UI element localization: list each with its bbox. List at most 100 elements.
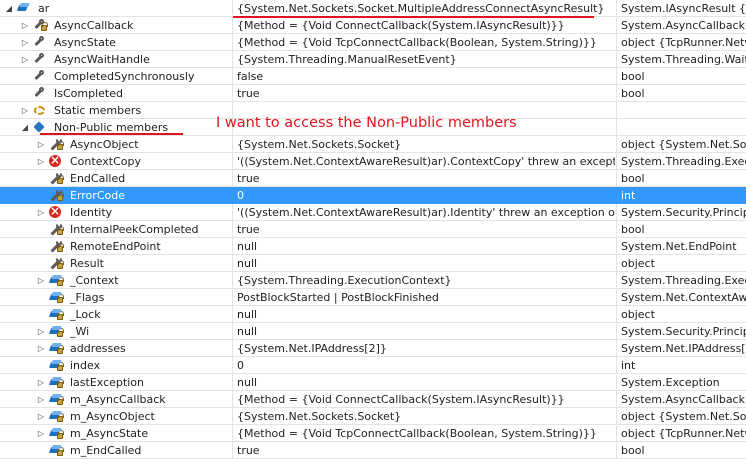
name-cell[interactable]: IsCompleted — [0, 85, 231, 101]
field-icon — [49, 274, 64, 287]
watch-row[interactable]: ▷ m_AsyncState {Method = {Void TcpConnectC… — [0, 425, 746, 442]
value-cell[interactable]: {System.Threading.ExecutionContext} — [232, 272, 615, 288]
value-cell[interactable]: {System.Net.IPAddress[2]} — [232, 340, 615, 356]
expand-arrow-icon[interactable]: ▷ — [35, 425, 47, 441]
watch-row[interactable]: RemoteEndPoint null System.Net.EndPoint — [0, 238, 746, 255]
watch-row[interactable]: CompletedSynchronously false bool — [0, 68, 746, 85]
watch-row[interactable]: index 0 int — [0, 357, 746, 374]
value-cell[interactable]: {Method = {Void TcpConnectCallback(Boole… — [232, 425, 615, 441]
name-cell[interactable]: InternalPeekCompleted — [0, 221, 231, 237]
name-cell[interactable]: _Flags — [0, 289, 231, 305]
watch-row[interactable]: ◢ ar {System.Net.Sockets.Socket.MultipleAd… — [0, 0, 746, 17]
collapse-arrow-icon[interactable]: ◢ — [19, 119, 31, 135]
name-cell[interactable]: ▷ addresses — [0, 340, 231, 356]
value-cell[interactable]: {System.Threading.ManualResetEvent} — [232, 51, 615, 67]
name-cell[interactable]: ▷ AsyncCallback — [0, 17, 231, 33]
value-cell[interactable]: {Method = {Void TcpConnectCallback(Boole… — [232, 34, 615, 50]
value-cell[interactable]: {System.Net.Sockets.Socket} — [232, 136, 615, 152]
value-cell[interactable]: true — [232, 221, 615, 237]
watch-row[interactable]: Result null object — [0, 255, 746, 272]
name-cell[interactable]: EndCalled — [0, 170, 231, 186]
watch-row[interactable]: ▷ m_AsyncObject {System.Net.Sockets.Socket… — [0, 408, 746, 425]
watch-row[interactable]: IsCompleted true bool — [0, 85, 746, 102]
watch-row[interactable]: ▷ m_AsyncCallback {Method = {Void ConnectC… — [0, 391, 746, 408]
value-cell[interactable]: {Method = {Void ConnectCallback(System.I… — [232, 17, 615, 33]
value-cell[interactable]: {System.Net.Sockets.Socket.MultipleAddre… — [232, 0, 615, 16]
watch-row[interactable]: ▷ ContextCopy '((System.Net.ContextAwareRe… — [0, 153, 746, 170]
value-cell[interactable]: null — [232, 374, 615, 390]
value-cell[interactable]: 0 — [232, 357, 615, 373]
value-cell[interactable]: null — [232, 306, 615, 322]
expand-arrow-icon[interactable]: ▷ — [35, 323, 47, 339]
value-cell[interactable]: {Method = {Void ConnectCallback(System.I… — [232, 391, 615, 407]
name-cell[interactable]: ▷ Static members — [0, 102, 231, 118]
value-cell[interactable]: null — [232, 238, 615, 254]
lock-icon — [57, 362, 64, 371]
value-cell[interactable]: '((System.Net.ContextAwareResult)ar).Ide… — [232, 204, 615, 220]
value-cell[interactable]: null — [232, 255, 615, 271]
name-cell[interactable]: _Lock — [0, 306, 231, 322]
name-cell[interactable]: ▷ AsyncWaitHandle — [0, 51, 231, 67]
name-cell[interactable]: ▷ ContextCopy — [0, 153, 231, 169]
name-cell[interactable]: ▷ m_AsyncCallback — [0, 391, 231, 407]
expand-arrow-icon[interactable]: ▷ — [35, 374, 47, 390]
name-cell[interactable]: ▷ AsyncObject — [0, 136, 231, 152]
watch-row[interactable]: ▷ AsyncState {Method = {Void TcpConnectCal… — [0, 34, 746, 51]
value-cell[interactable]: false — [232, 68, 615, 84]
expand-arrow-icon[interactable]: ▷ — [19, 17, 31, 33]
name-cell[interactable]: Result — [0, 255, 231, 271]
watch-row[interactable]: m_EndCalled true bool — [0, 442, 746, 459]
name-cell[interactable]: ◢ ar — [0, 0, 231, 16]
expand-arrow-icon[interactable]: ▷ — [19, 34, 31, 50]
name-cell[interactable]: index — [0, 357, 231, 373]
name-cell[interactable]: RemoteEndPoint — [0, 238, 231, 254]
expand-arrow-icon[interactable]: ▷ — [35, 408, 47, 424]
watch-row[interactable]: ▷ _Context {System.Threading.ExecutionCont… — [0, 272, 746, 289]
name-cell[interactable]: ▷ AsyncState — [0, 34, 231, 50]
value-cell[interactable]: true — [232, 170, 615, 186]
watch-row[interactable]: ▷ _Wi null System.Security.Principa — [0, 323, 746, 340]
value-cell[interactable]: null — [232, 323, 615, 339]
watch-row[interactable]: _Flags PostBlockStarted | PostBlockFinish… — [0, 289, 746, 306]
watch-row[interactable]: ▷ AsyncObject {System.Net.Sockets.Socket} o… — [0, 136, 746, 153]
name-cell[interactable]: ErrorCode — [0, 187, 231, 203]
watch-row[interactable]: ErrorCode 0 int — [0, 187, 746, 204]
name-cell[interactable]: ▷ m_AsyncState — [0, 425, 231, 441]
watch-row[interactable]: EndCalled true bool — [0, 170, 746, 187]
value-cell[interactable]: PostBlockStarted | PostBlockFinished — [232, 289, 615, 305]
watch-row[interactable]: ▷ Identity '((System.Net.ContextAwareResul… — [0, 204, 746, 221]
collapse-arrow-icon[interactable]: ◢ — [3, 0, 15, 16]
expand-arrow-icon[interactable]: ▷ — [35, 340, 47, 356]
static-members-icon — [33, 104, 47, 117]
value-cell[interactable]: true — [232, 85, 615, 101]
watch-row[interactable]: ▷ addresses {System.Net.IPAddress[2]} Syste… — [0, 340, 746, 357]
expand-arrow-icon[interactable]: ▷ — [19, 51, 31, 67]
value-cell[interactable]: '((System.Net.ContextAwareResult)ar).Con… — [232, 153, 615, 169]
expand-arrow-icon[interactable]: ▷ — [35, 204, 47, 220]
name-cell[interactable]: ▷ m_AsyncObject — [0, 408, 231, 424]
watch-row[interactable]: InternalPeekCompleted true bool — [0, 221, 746, 238]
type-cell: System.Net.EndPoint — [616, 238, 746, 254]
expand-arrow-icon[interactable]: ▷ — [35, 272, 47, 288]
value-cell[interactable]: {System.Net.Sockets.Socket} — [232, 408, 615, 424]
member-name: lastException — [70, 376, 144, 389]
watch-row[interactable]: _Lock null object — [0, 306, 746, 323]
expand-arrow-icon[interactable]: ▷ — [35, 153, 47, 169]
error-icon — [49, 204, 63, 220]
expand-arrow-icon[interactable]: ▷ — [35, 391, 47, 407]
name-cell[interactable]: ▷ Identity — [0, 204, 231, 220]
value-cell[interactable]: 0 — [232, 187, 615, 203]
watch-row[interactable]: ▷ AsyncWaitHandle {System.Threading.Manual… — [0, 51, 746, 68]
watch-row[interactable]: ▷ lastException null System.Exception — [0, 374, 746, 391]
name-cell[interactable]: ▷ lastException — [0, 374, 231, 390]
name-cell[interactable]: m_EndCalled — [0, 442, 231, 458]
name-cell[interactable]: CompletedSynchronously — [0, 68, 231, 84]
lock-icon — [57, 413, 64, 422]
expand-arrow-icon[interactable]: ▷ — [19, 102, 31, 118]
name-cell[interactable]: ▷ _Context — [0, 272, 231, 288]
name-cell[interactable]: ▷ _Wi — [0, 323, 231, 339]
value-cell[interactable]: true — [232, 442, 615, 458]
expand-arrow-icon[interactable]: ▷ — [35, 136, 47, 152]
type-cell: System.IAsyncResult {Sys — [616, 0, 746, 16]
watch-row[interactable]: ▷ AsyncCallback {Method = {Void ConnectCal… — [0, 17, 746, 34]
